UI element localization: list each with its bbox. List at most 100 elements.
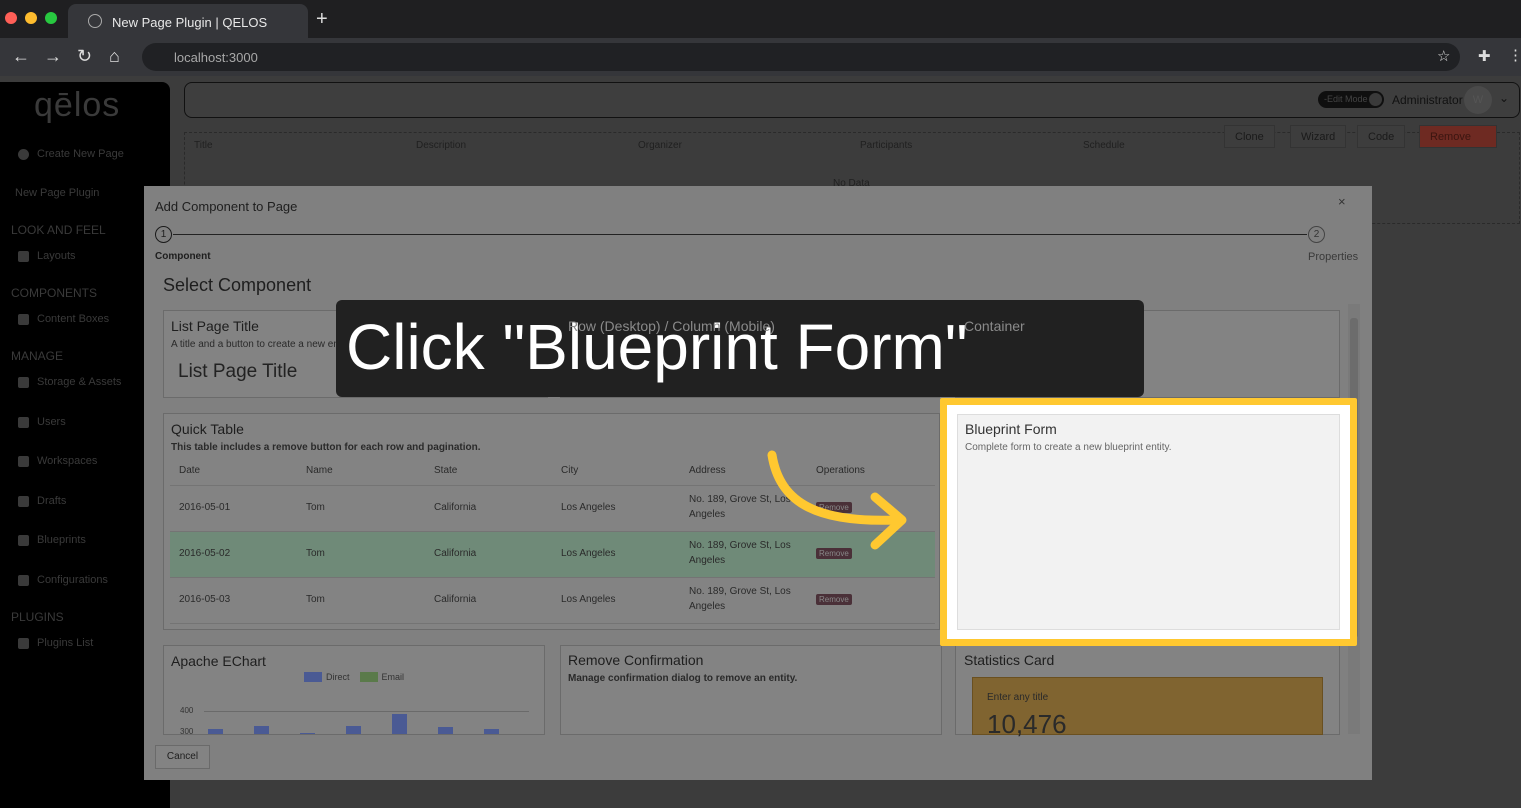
logo: qēlos xyxy=(34,86,121,124)
menu-icon[interactable]: ⋮ xyxy=(1508,46,1521,64)
table-cell: 2016-05-03 xyxy=(179,594,231,605)
wizard-button[interactable]: Wizard xyxy=(1290,125,1347,148)
card-title: Row (Desktop) / Column (Mobile) xyxy=(568,318,775,334)
cancel-button[interactable]: Cancel xyxy=(155,745,210,769)
minimize-window-button[interactable] xyxy=(25,12,37,24)
sidebar-item-content-boxes[interactable]: Content Boxes xyxy=(18,313,109,325)
tick-label: 300 xyxy=(180,727,194,735)
column-header: State xyxy=(434,465,458,476)
gear-icon xyxy=(18,574,29,586)
column-header: Organizer xyxy=(638,140,682,151)
users-icon xyxy=(18,416,29,428)
clone-button[interactable]: Clone xyxy=(1224,125,1275,148)
column-header: Participants xyxy=(860,140,913,151)
section-heading: MANAGE xyxy=(11,349,64,363)
label: Plugins List xyxy=(37,637,94,649)
column-header: Schedule xyxy=(1083,140,1125,151)
create-new-page-button[interactable]: Create New Page xyxy=(18,148,124,160)
remove-button[interactable]: Remove xyxy=(1419,125,1497,148)
globe-icon xyxy=(88,14,102,28)
column-header: Date xyxy=(179,465,201,476)
label: Drafts xyxy=(37,495,67,507)
table-cell: Tom xyxy=(306,594,325,605)
arrow-icon xyxy=(767,450,907,550)
sidebar-item-new-page-plugin[interactable]: New Page Plugin xyxy=(15,187,99,199)
sidebar-item-drafts[interactable]: Drafts xyxy=(18,495,66,507)
table-cell: Tom xyxy=(306,502,325,513)
sidebar-item-plugins-list[interactable]: Plugins List xyxy=(18,637,93,649)
card-desc: A title and a button to create a new ent… xyxy=(171,339,354,350)
card-title: Apache EChart xyxy=(171,653,266,669)
close-window-button[interactable] xyxy=(5,12,17,24)
section-heading: Select Component xyxy=(163,275,312,295)
chevron-down-icon[interactable]: ⌄ xyxy=(1499,91,1509,105)
step-label: Component xyxy=(155,251,211,262)
column-header: Address xyxy=(689,465,726,476)
stat-label: Enter any title xyxy=(987,692,1049,703)
legend-direct: Direct xyxy=(326,672,350,682)
step-1: 1 xyxy=(155,226,172,243)
briefcase-icon xyxy=(18,455,29,467)
plus-circle-icon xyxy=(18,148,29,160)
sidebar-item-workspaces[interactable]: Workspaces xyxy=(18,455,97,467)
column-header: Name xyxy=(306,465,333,476)
sidebar-item-blueprints[interactable]: Blueprints xyxy=(18,534,86,546)
tab-title: New Page Plugin | QELOS xyxy=(112,15,268,30)
stat-value: 10,476 xyxy=(987,709,1067,739)
label: Storage & Assets xyxy=(37,376,122,388)
edit-mode-toggle[interactable]: -Edit Mode- xyxy=(1318,91,1384,108)
star-icon[interactable]: ☆ xyxy=(1437,47,1450,65)
browser-tab[interactable]: New Page Plugin | QELOS xyxy=(68,4,308,38)
card-title: Statistics Card xyxy=(964,652,1055,668)
folder-tree-icon xyxy=(18,376,29,388)
row-remove-button[interactable]: Remove xyxy=(816,594,852,605)
sidebar-item-layouts[interactable]: Layouts xyxy=(18,250,76,262)
sidebar-item-users[interactable]: Users xyxy=(18,416,66,428)
label: Content Boxes xyxy=(37,313,110,325)
card-desc: This table includes a remove button for … xyxy=(171,442,481,453)
label: Users xyxy=(37,416,66,428)
label: Configurations xyxy=(37,574,108,586)
table-cell: 2016-05-02 xyxy=(179,548,231,559)
home-icon[interactable]: ⌂ xyxy=(109,46,120,67)
section-heading: PLUGINS xyxy=(11,610,64,624)
table-cell: 2016-05-01 xyxy=(179,502,231,513)
back-icon[interactable]: ← xyxy=(12,46,30,67)
card-title: Container xyxy=(964,318,1025,334)
avatar[interactable]: W xyxy=(1464,86,1492,114)
table-cell: California xyxy=(434,594,477,605)
reload-icon[interactable]: ↻ xyxy=(77,46,92,67)
table-cell: Los Angeles xyxy=(561,548,616,559)
user-name: Administrator xyxy=(1392,93,1463,107)
extensions-icon[interactable]: ✚ xyxy=(1478,47,1491,65)
sidebar-item-configurations[interactable]: Configurations xyxy=(18,574,108,586)
step-label: Properties xyxy=(1308,251,1359,263)
database-icon xyxy=(18,534,29,546)
forward-icon[interactable]: → xyxy=(44,46,62,67)
maximize-window-button[interactable] xyxy=(45,12,57,24)
legend-email: Email xyxy=(381,672,405,682)
section-heading: COMPONENTS xyxy=(11,286,98,300)
label: Blueprints xyxy=(37,534,86,546)
column-header: Description xyxy=(416,140,467,151)
label: -Edit Mode- xyxy=(1324,94,1371,104)
card-echart[interactable]: Apache EChart Direct Email 400 300 xyxy=(163,645,545,735)
preview-title: List Page Title xyxy=(178,361,298,382)
card-title: Blueprint Form xyxy=(965,421,1057,437)
code-button[interactable]: Code xyxy=(1357,125,1406,148)
modal-title: Add Component to Page xyxy=(155,199,298,214)
document-icon xyxy=(18,495,29,507)
tick-label: 400 xyxy=(180,706,194,715)
card-title: Remove Confirmation xyxy=(568,652,704,668)
grid-icon xyxy=(18,250,29,262)
url-input[interactable]: localhost:3000 xyxy=(142,43,1460,71)
step-line xyxy=(173,234,1307,235)
table-cell: No. 189, Grove St, Los Angeles xyxy=(689,586,791,612)
label: Layouts xyxy=(37,250,76,262)
step-2: 2 xyxy=(1308,226,1325,243)
new-tab-button[interactable]: + xyxy=(316,8,328,31)
sidebar-item-storage[interactable]: Storage & Assets xyxy=(18,376,121,388)
table-cell: Los Angeles xyxy=(561,502,616,513)
close-icon[interactable]: × xyxy=(1338,194,1346,209)
label: Workspaces xyxy=(37,455,98,467)
